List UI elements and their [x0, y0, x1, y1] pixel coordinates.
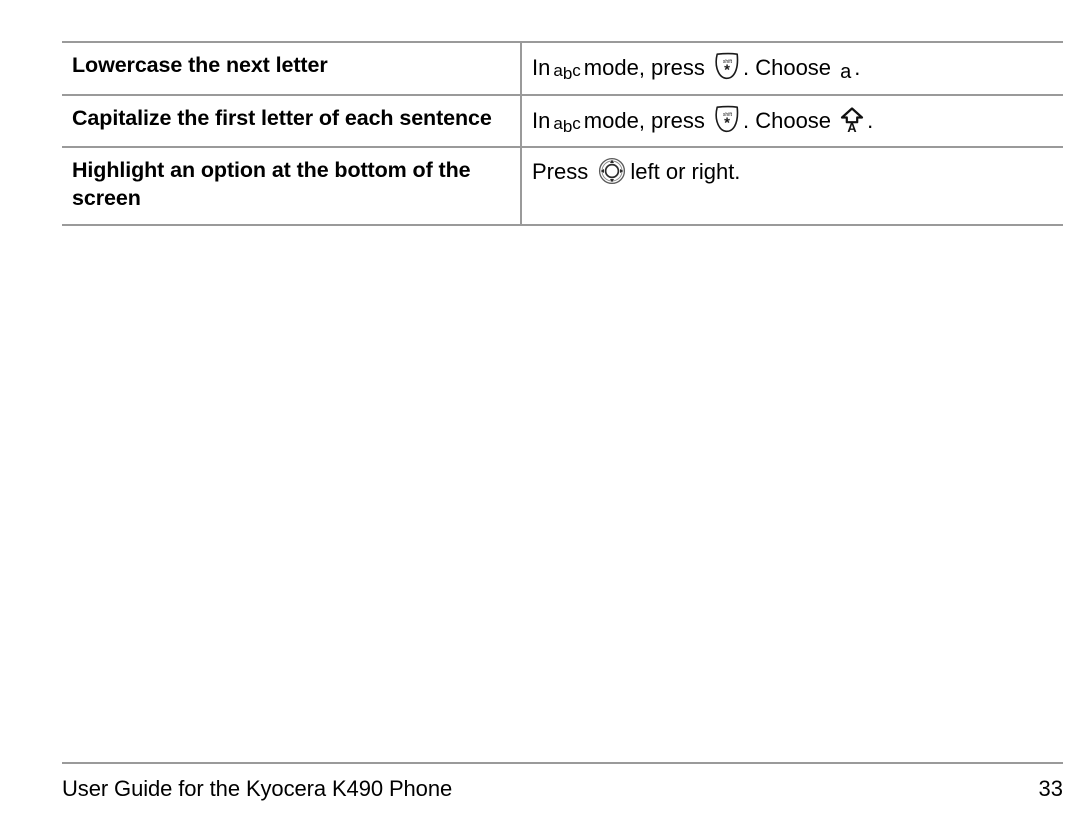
svg-text:A: A	[847, 120, 857, 133]
footer-page-number: 33	[1038, 776, 1063, 801]
shift-asterisk-key-icon: shift *	[714, 52, 740, 80]
desc-text: .	[867, 107, 874, 133]
table-cell-description: Press left or right.	[520, 147, 1063, 227]
table-row: Capitalize the first letter of each sent…	[62, 94, 1063, 149]
abc-mode-icon: abc	[553, 61, 581, 83]
table-cell-description: In abc mode, press shift * . Choose a.	[520, 41, 1063, 96]
desc-text: . Choose	[742, 107, 832, 133]
page-footer: User Guide for the Kyocera K490 Phone 33	[62, 762, 1063, 802]
table-row: Lowercase the next letter In abc mode, pre…	[62, 41, 1063, 96]
term-label: Highlight an option at the bottom of the…	[72, 158, 471, 211]
term-label: Lowercase the next letter	[72, 53, 328, 77]
desc-text: Press	[532, 159, 589, 185]
lowercase-a-icon: a	[840, 61, 852, 83]
svg-text:*: *	[724, 114, 730, 131]
desc-text: mode, press	[583, 55, 705, 80]
table-cell-term: Highlight an option at the bottom of the…	[62, 147, 521, 227]
abc-mode-icon: abc	[553, 113, 581, 136]
desc-text: left or right.	[630, 159, 741, 185]
table-cell-term: Lowercase the next letter	[62, 41, 521, 96]
desc-text: . Choose	[742, 55, 832, 80]
table-cell-term: Capitalize the first letter of each sent…	[62, 94, 521, 149]
term-label: Capitalize the first letter of each sent…	[72, 105, 492, 130]
desc-text: mode, press	[583, 107, 705, 133]
desc-text: In	[532, 107, 551, 133]
footer-document-title: User Guide for the Kyocera K490 Phone	[62, 776, 453, 801]
shift-asterisk-key-icon: shift *	[714, 105, 740, 133]
table-cell-description: In abc mode, press shift * . Choose A .	[520, 94, 1063, 149]
desc-text: In	[532, 55, 551, 80]
table-row: Highlight an option at the bottom of the…	[62, 147, 1063, 227]
svg-text:*: *	[724, 62, 730, 79]
instructions-table: Lowercase the next letter In abc mode, pre…	[62, 41, 1063, 227]
navigation-key-icon	[598, 157, 626, 185]
caps-up-arrow-a-icon: A	[840, 106, 864, 133]
desc-text: .	[854, 55, 861, 80]
